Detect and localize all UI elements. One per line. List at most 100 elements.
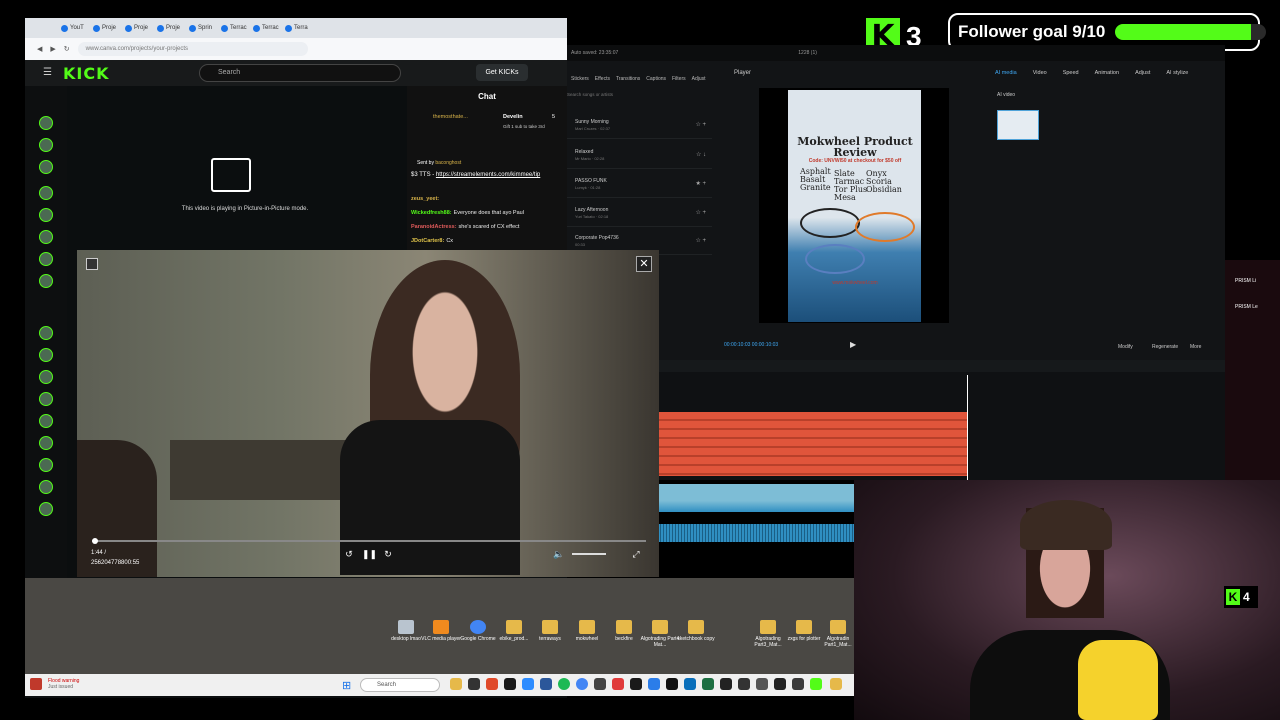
taskbar-app-icon[interactable]	[810, 678, 822, 690]
browser-tab[interactable]: Terrac	[221, 21, 251, 35]
tab-speed[interactable]: Speed	[1063, 70, 1079, 76]
fullscreen-icon[interactable]: ⤢	[630, 548, 642, 560]
taskbar-app-icon[interactable]	[830, 678, 842, 690]
pinned-user[interactable]: themosthate...	[433, 114, 468, 120]
taskbar-app-icon[interactable]	[522, 678, 534, 690]
avatar[interactable]	[39, 116, 53, 130]
ai-video-thumbnail[interactable]	[997, 110, 1039, 140]
taskbar-app-icon[interactable]	[666, 678, 678, 690]
flood-warning[interactable]: Flood warning Just issued	[48, 678, 79, 690]
desktop-icon[interactable]: ebike_prod...	[494, 620, 534, 642]
back-to-tab-icon[interactable]	[86, 258, 98, 270]
pip-close-button[interactable]: ✕	[636, 256, 652, 272]
taskbar-app-icon[interactable]	[720, 678, 732, 690]
pause-icon[interactable]: ❚❚	[362, 548, 377, 560]
avatar[interactable]	[39, 252, 53, 266]
avatar[interactable]	[39, 348, 53, 362]
desktop-icon[interactable]: VLC media player	[421, 620, 461, 642]
music-item[interactable]: Relaxed Mr Mario · 02:28 ☆ ↓	[567, 145, 712, 169]
pip-progress-bar[interactable]	[92, 538, 646, 544]
play-icon[interactable]: ▶	[850, 340, 856, 349]
music-search-input[interactable]: Search songs or artists	[567, 92, 613, 97]
avatar[interactable]	[39, 208, 53, 222]
taskbar-app-icon[interactable]	[702, 678, 714, 690]
kick-logo[interactable]: KICK	[63, 64, 110, 83]
vscode-icon[interactable]	[648, 678, 660, 690]
browser-tab[interactable]: Proje	[93, 21, 123, 35]
browser-tab[interactable]: Terra	[285, 21, 315, 35]
get-kicks-button[interactable]: Get KICKs	[476, 64, 528, 81]
tab-transitions[interactable]: Transitions	[616, 76, 640, 82]
taskbar-app-icon[interactable]	[792, 678, 804, 690]
avatar[interactable]	[39, 138, 53, 152]
avatar[interactable]	[39, 274, 53, 288]
back-icon[interactable]: ◀	[37, 45, 42, 53]
timeline-audio-clip[interactable]	[658, 524, 854, 542]
browser-tab[interactable]: YouT	[61, 21, 91, 35]
timeline-playhead[interactable]	[967, 375, 968, 480]
volume-slider[interactable]	[572, 553, 606, 555]
music-item[interactable]: Sunny Morning Mari Cruzes · 02:37 ☆ +	[567, 115, 712, 139]
tab-ai-media[interactable]: AI media	[995, 70, 1017, 76]
reload-icon[interactable]: ↻	[64, 45, 70, 53]
avatar[interactable]	[39, 326, 53, 340]
tab-adjust[interactable]: Adjust	[1135, 70, 1150, 76]
avatar[interactable]	[39, 480, 53, 494]
taskbar-app-icon[interactable]	[594, 678, 606, 690]
tab-captions[interactable]: Captions	[646, 76, 666, 82]
taskbar-app-icon[interactable]	[486, 678, 498, 690]
browser-tab[interactable]: Sprin	[189, 21, 219, 35]
taskbar-app-icon[interactable]	[738, 678, 750, 690]
avatar[interactable]	[39, 392, 53, 406]
desktop-icon[interactable]: desktop lmao	[386, 620, 426, 642]
forward-icon[interactable]: ↻	[382, 548, 394, 560]
tab-ai-stylize[interactable]: AI stylize	[1166, 70, 1188, 76]
desktop-icon[interactable]: Algotrading Part3_Mat...	[748, 620, 788, 648]
forward-icon[interactable]: ▶	[50, 45, 55, 53]
taskbar-app-icon[interactable]	[774, 678, 786, 690]
taskbar-app-icon[interactable]	[468, 678, 480, 690]
desktop-icon[interactable]: sketchbook copy	[676, 620, 716, 642]
taskbar-app-icon[interactable]	[540, 678, 552, 690]
avatar[interactable]	[39, 502, 53, 516]
taskbar-search[interactable]: Search	[360, 678, 440, 692]
desktop-icon[interactable]: beckfire	[604, 620, 644, 642]
desktop-icon[interactable]: Google Chrome	[458, 620, 498, 642]
start-icon[interactable]: ⊞	[342, 679, 351, 692]
rewind-icon[interactable]: ↺	[343, 548, 355, 560]
avatar[interactable]	[39, 370, 53, 384]
music-item[interactable]: Lazy Afternoon Yuri Takato · 02:18 ☆ +	[567, 203, 712, 227]
weather-warning-icon[interactable]	[30, 678, 42, 690]
tab-animation[interactable]: Animation	[1095, 70, 1119, 76]
desktop-icon[interactable]: terraways	[530, 620, 570, 642]
browser-tab[interactable]: Proje	[125, 21, 155, 35]
desktop-icon[interactable]: mokwheel	[567, 620, 607, 642]
url-field[interactable]: www.canva.com/projects/your-projects	[77, 42, 308, 56]
taskbar-app-icon[interactable]	[756, 678, 768, 690]
timeline-video-clip[interactable]	[658, 484, 854, 512]
regenerate-button[interactable]: Regenerate	[1152, 344, 1178, 350]
taskbar-app-icon[interactable]	[630, 678, 642, 690]
tab-video[interactable]: Video	[1033, 70, 1047, 76]
kick-search-input[interactable]: Search	[199, 64, 401, 82]
tab-effects[interactable]: Effects	[595, 76, 610, 82]
taskbar-app-icon[interactable]	[504, 678, 516, 690]
more-button[interactable]: More	[1190, 344, 1201, 350]
file-explorer-icon[interactable]	[450, 678, 462, 690]
avatar[interactable]	[39, 160, 53, 174]
modify-button[interactable]: Modify	[1118, 344, 1133, 350]
avatar[interactable]	[39, 414, 53, 428]
pinned-user-2[interactable]: Develin	[503, 114, 523, 120]
tab-adjust[interactable]: Adjust	[692, 76, 706, 82]
avatar[interactable]	[39, 436, 53, 450]
tts-link[interactable]: https://streamelements.com/kimmee/tip	[436, 172, 540, 178]
taskbar-app-icon[interactable]	[612, 678, 624, 690]
browser-tab[interactable]: Terrac	[253, 21, 283, 35]
tab-stickers[interactable]: Stickers	[571, 76, 589, 82]
timeline-track-red[interactable]	[658, 412, 968, 476]
spotify-icon[interactable]	[558, 678, 570, 690]
desktop-icon[interactable]: Algotrading Part4 Mat...	[640, 620, 680, 648]
avatar[interactable]	[39, 230, 53, 244]
taskbar-app-icon[interactable]	[684, 678, 696, 690]
volume-icon[interactable]: 🔈	[553, 548, 565, 560]
